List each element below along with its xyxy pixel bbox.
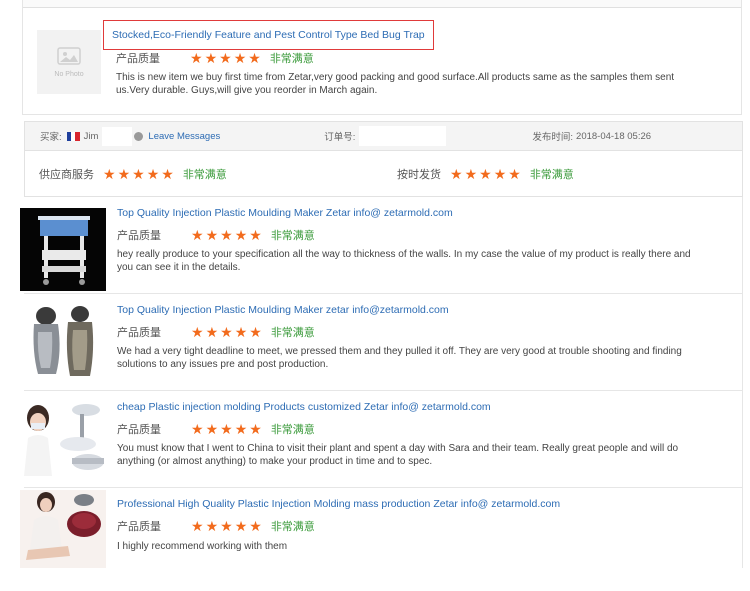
published-time: 2018-04-18 05:26 <box>576 130 652 142</box>
shipping-rating: 按时发货 ★ ★ ★ ★ ★ 非常满意 <box>397 167 574 181</box>
order-label: 订单号: <box>324 132 356 143</box>
nurse-device-image <box>24 404 104 476</box>
product-thumbnail-nurse-device[interactable] <box>20 396 106 478</box>
star-icon: ★ <box>205 227 219 243</box>
rating-label: 产品质量 <box>117 230 161 242</box>
image-placeholder-icon <box>57 46 81 65</box>
review-comment: hey really produce to your specification… <box>117 249 691 273</box>
buyer-name: Jim <box>83 130 99 142</box>
product-title-link[interactable]: Top Quality Injection Plastic Moulding M… <box>117 304 449 316</box>
star-icon: ★ <box>234 518 248 534</box>
beauty-machine-image <box>33 306 94 376</box>
medical-trolley-image <box>38 216 90 285</box>
product-title-link[interactable]: Stocked,Eco-Friendly Feature and Pest Co… <box>112 29 425 41</box>
star-icon: ★ <box>248 50 261 66</box>
foot-massager-image <box>26 492 101 560</box>
star-icon: ★ <box>479 166 492 182</box>
star-icon: ★ <box>450 166 463 182</box>
shipping-text: 非常满意 <box>529 169 574 181</box>
star-icon: ★ <box>220 227 233 243</box>
star-icon: ★ <box>191 324 204 340</box>
star-icon: ★ <box>464 166 478 182</box>
review-comment: You must know that I went to China to vi… <box>117 443 679 467</box>
rating-text: 非常满意 <box>270 424 315 436</box>
france-flag-icon <box>66 131 80 141</box>
star-icon: ★ <box>234 421 248 437</box>
star-rating: ★ ★ ★ ★ ★ <box>191 325 262 339</box>
product-quality-rating: 产品质量 ★ ★ ★ ★ ★ 非常满意 <box>117 228 315 242</box>
product-title-link[interactable]: Top Quality Injection Plastic Moulding M… <box>117 207 453 219</box>
star-icon: ★ <box>132 166 145 182</box>
star-rating: ★ ★ ★ ★ ★ <box>190 51 261 65</box>
buyer-label: 买家: <box>40 132 62 143</box>
product-title-link[interactable]: cheap Plastic injection molding Products… <box>117 401 491 413</box>
buyer-info-bar: 买家: Jim Leave Messages 订单号: 发布时间: 2018-0… <box>24 121 743 151</box>
rating-label: 产品质量 <box>117 424 161 436</box>
star-icon: ★ <box>220 324 233 340</box>
star-icon: ★ <box>103 166 116 182</box>
star-icon: ★ <box>220 421 233 437</box>
star-icon: ★ <box>191 518 204 534</box>
leave-messages-link[interactable]: Leave Messages <box>148 131 220 142</box>
product-quality-rating: 产品质量 ★ ★ ★ ★ ★ 非常满意 <box>117 325 315 339</box>
star-icon: ★ <box>205 518 219 534</box>
no-photo-label: No Photo <box>54 70 84 78</box>
rating-label: 产品质量 <box>117 521 161 533</box>
no-photo-placeholder: No Photo <box>37 30 101 94</box>
shipping-label: 按时发货 <box>397 169 441 181</box>
message-icon[interactable] <box>134 131 144 141</box>
rating-label: 产品质量 <box>116 53 160 65</box>
product-thumbnail-beauty-machine[interactable] <box>28 302 100 382</box>
star-rating: ★ ★ ★ ★ ★ <box>450 167 521 181</box>
star-icon: ★ <box>220 518 233 534</box>
supplier-service-label: 供应商服务 <box>39 169 94 181</box>
supplier-service-rating: 供应商服务 ★ ★ ★ ★ ★ 非常满意 <box>39 167 227 181</box>
product-thumbnail-foot-massager[interactable] <box>20 490 106 568</box>
rating-text: 非常满意 <box>269 53 314 65</box>
product-quality-rating: 产品质量 ★ ★ ★ ★ ★ 非常满意 <box>117 519 315 533</box>
star-icon: ★ <box>234 227 248 243</box>
product-quality-rating: 产品质量 ★ ★ ★ ★ ★ 非常满意 <box>117 422 315 436</box>
product-quality-rating: 产品质量 ★ ★ ★ ★ ★ 非常满意 <box>116 51 314 65</box>
rating-text: 非常满意 <box>270 327 315 339</box>
star-icon: ★ <box>234 324 248 340</box>
rating-label: 产品质量 <box>117 327 161 339</box>
review-comment: We had a very tight deadline to meet, we… <box>117 346 682 370</box>
star-icon: ★ <box>146 166 160 182</box>
published-label: 发布时间: <box>532 132 574 143</box>
rating-text: 非常满意 <box>270 230 315 242</box>
star-icon: ★ <box>219 50 232 66</box>
star-rating: ★ ★ ★ ★ ★ <box>103 167 174 181</box>
supplier-service-text: 非常满意 <box>182 169 227 181</box>
redacted-name <box>102 126 133 146</box>
star-icon: ★ <box>205 324 219 340</box>
star-icon: ★ <box>190 50 203 66</box>
star-icon: ★ <box>204 50 218 66</box>
star-icon: ★ <box>249 518 262 534</box>
star-icon: ★ <box>191 421 204 437</box>
redacted-order-number <box>359 126 447 146</box>
star-icon: ★ <box>191 227 204 243</box>
highlighted-product-title[interactable]: Stocked,Eco-Friendly Feature and Pest Co… <box>103 20 434 50</box>
star-rating: ★ ★ ★ ★ ★ <box>191 519 262 533</box>
star-icon: ★ <box>249 324 262 340</box>
product-thumbnail-medical-trolley[interactable] <box>20 208 106 291</box>
review-comment: I highly recommend working with them <box>117 541 288 552</box>
star-icon: ★ <box>249 227 262 243</box>
star-icon: ★ <box>205 421 219 437</box>
star-icon: ★ <box>493 166 507 182</box>
review-comment: This is new item we buy first time from … <box>116 72 675 96</box>
rating-text: 非常满意 <box>270 521 315 533</box>
product-title-link[interactable]: Professional High Quality Plastic Inject… <box>117 498 560 510</box>
star-icon: ★ <box>161 166 174 182</box>
star-icon: ★ <box>249 421 262 437</box>
star-icon: ★ <box>508 166 521 182</box>
star-rating: ★ ★ ★ ★ ★ <box>191 422 262 436</box>
star-icon: ★ <box>233 50 247 66</box>
star-icon: ★ <box>117 166 131 182</box>
star-rating: ★ ★ ★ ★ ★ <box>191 228 262 242</box>
